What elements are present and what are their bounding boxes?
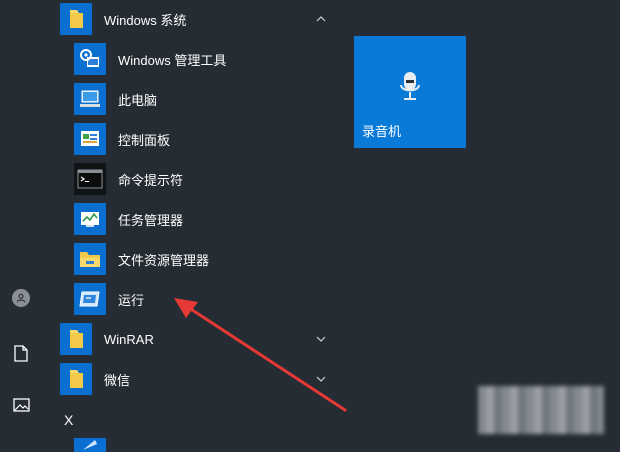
annotation-arrow [174, 298, 347, 412]
start-menu: Windows 系统 Windows 管理工具 此电脑 控制面板 命令提示符 任… [0, 0, 620, 452]
watermark-blur [478, 386, 604, 434]
